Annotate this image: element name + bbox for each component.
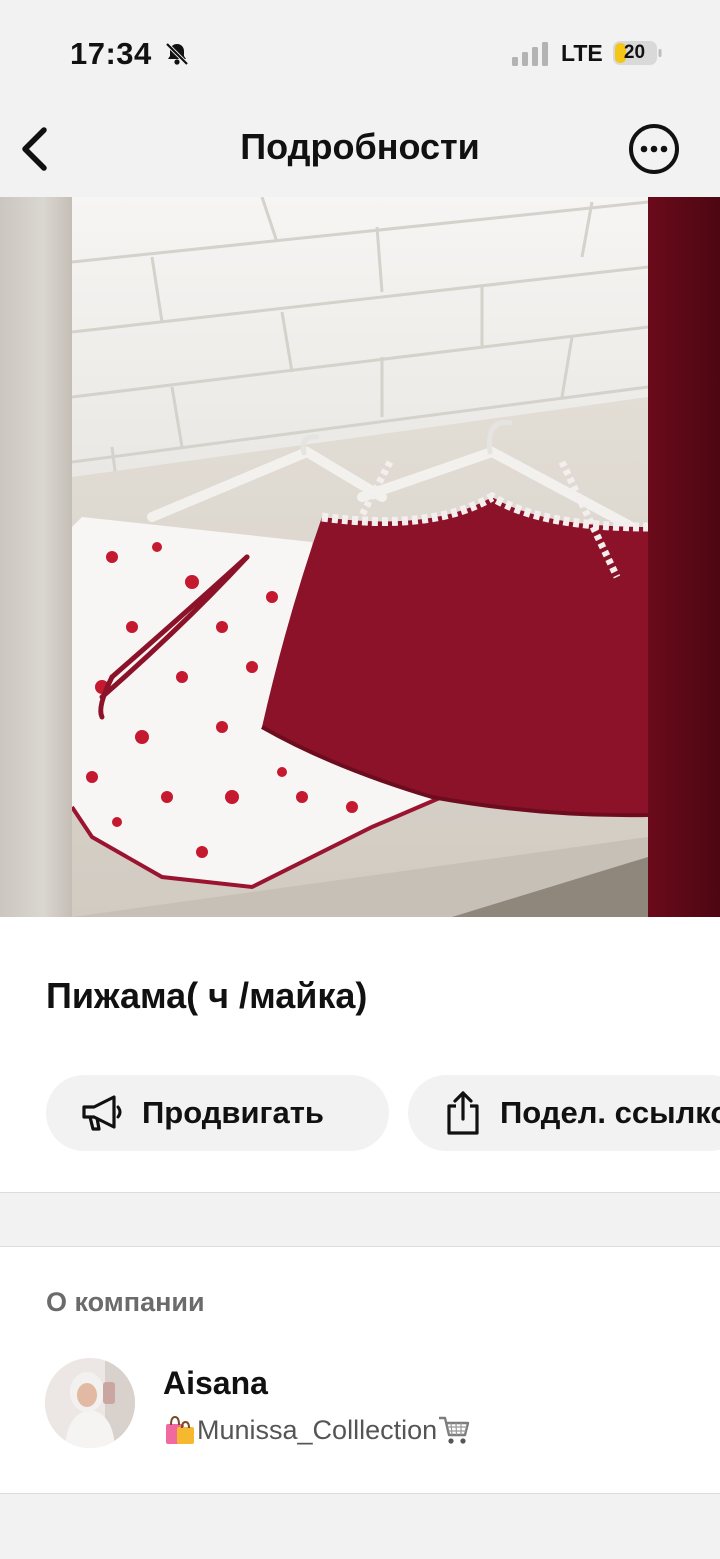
product-image <box>72 197 648 917</box>
shop-name-row: Munissa_Colllection <box>163 1413 471 1447</box>
network-type: LTE <box>561 40 603 66</box>
company-heading: О компании <box>46 1287 205 1317</box>
promote-button[interactable]: Продвигать <box>46 1075 389 1151</box>
seller-name[interactable]: Aisana <box>163 1365 268 1402</box>
product-title: Пижама( ч /майка) <box>46 975 368 1016</box>
bottom-background <box>0 1493 720 1559</box>
shop-name: Munissa_Colllection <box>197 1414 438 1445</box>
shopping-cart-icon <box>439 1416 470 1444</box>
megaphone-icon <box>82 1095 122 1131</box>
ellipsis-circle-icon[interactable] <box>627 122 681 176</box>
promote-button-label: Продвигать <box>142 1095 324 1130</box>
page-title: Подробности <box>240 126 480 167</box>
product-info: Пижама( ч /майка) Продвигать Подел. ссыл… <box>0 917 720 1192</box>
avatar[interactable] <box>45 1358 135 1448</box>
status-bar: 17:34 LTE 20 <box>0 0 720 100</box>
shopping-bags-icon <box>166 1415 194 1444</box>
bell-slash-icon <box>165 42 189 66</box>
battery-icon: 20 <box>612 40 662 66</box>
battery-level: 20 <box>623 42 646 63</box>
product-image-carousel[interactable] <box>0 197 720 917</box>
share-icon <box>447 1091 479 1135</box>
signal-bars-icon <box>512 42 548 66</box>
share-link-button[interactable]: Подел. ссылкой <box>408 1075 720 1151</box>
status-time: 17:34 <box>70 36 152 71</box>
share-link-button-label: Подел. ссылкой <box>500 1095 720 1130</box>
previous-image-peek[interactable] <box>0 197 72 917</box>
company-section: О компании Aisana Munissa_Colllection <box>0 1247 720 1493</box>
next-image-peek[interactable] <box>648 197 720 917</box>
section-divider <box>0 1192 720 1247</box>
nav-bar: Подробности <box>0 100 720 197</box>
